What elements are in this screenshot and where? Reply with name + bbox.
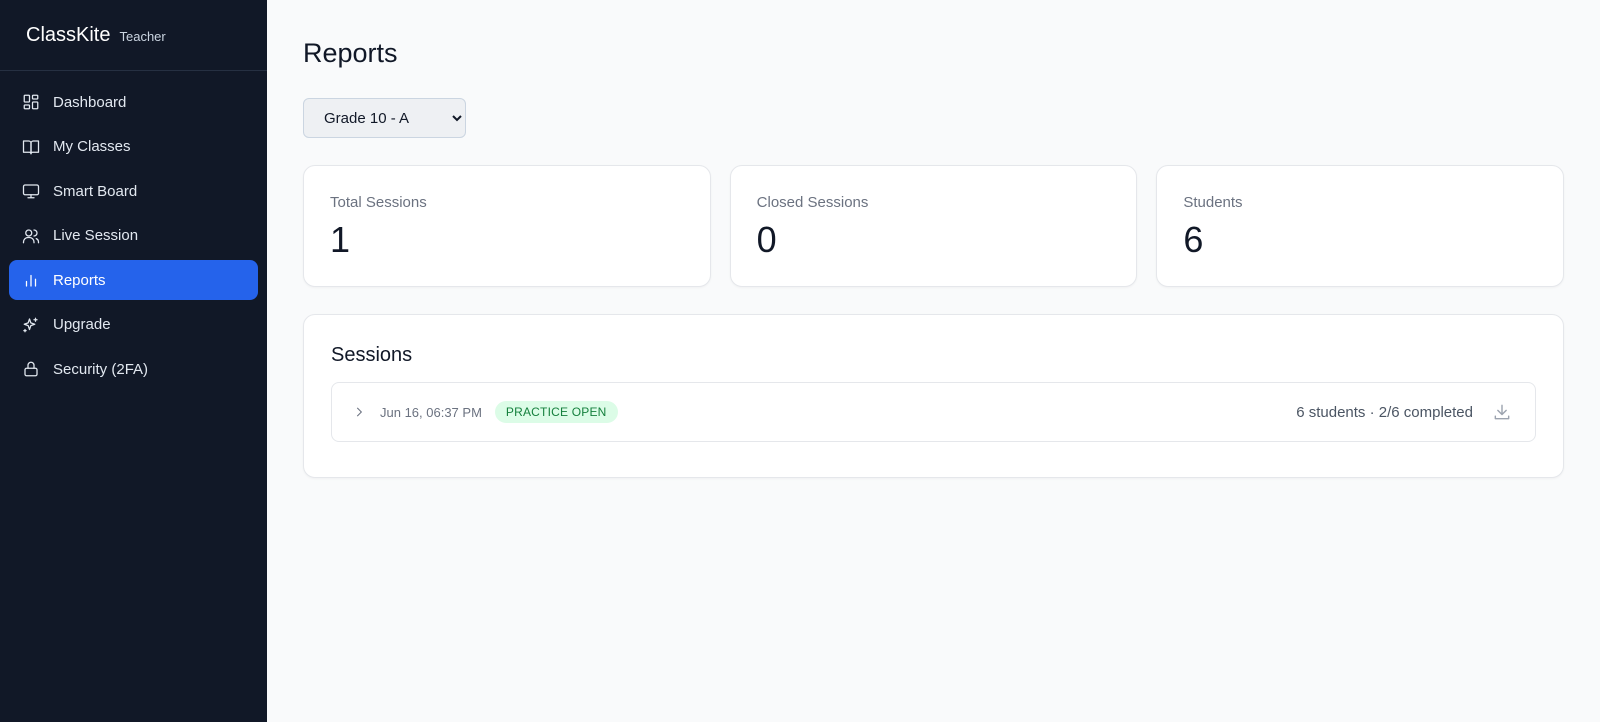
dashboard-icon xyxy=(22,93,40,111)
sidebar-item-reports[interactable]: Reports xyxy=(9,260,258,300)
sparkles-icon xyxy=(22,316,40,334)
sidebar-item-label: Reports xyxy=(53,271,106,289)
sidebar-item-label: Dashboard xyxy=(53,93,127,111)
sidebar-item-live-session[interactable]: Live Session xyxy=(9,216,258,256)
main-content: Reports Grade 10 - A Total Sessions 1 Cl… xyxy=(267,0,1600,722)
stat-label: Closed Sessions xyxy=(756,194,869,211)
brand: ClassKite Teacher xyxy=(0,0,267,71)
sessions-title: Sessions xyxy=(331,344,413,366)
sidebar-item-dashboard[interactable]: Dashboard xyxy=(9,82,258,122)
stat-value: 0 xyxy=(756,219,777,260)
session-row[interactable]: Jun 16, 06:37 PM PRACTICE OPEN 6 student… xyxy=(331,382,1536,442)
sidebar-item-label: Live Session xyxy=(53,227,139,244)
book-open-icon xyxy=(22,138,40,156)
stat-card-total-sessions: Total Sessions 1 xyxy=(303,165,711,287)
sidebar-nav: Dashboard My Classes Smart Board Live Se… xyxy=(0,71,267,389)
lock-icon xyxy=(22,360,40,378)
stat-card-students: Students 6 xyxy=(1156,165,1565,287)
monitor-icon xyxy=(22,182,40,200)
stat-label: Students xyxy=(1183,194,1243,211)
users-icon xyxy=(22,227,40,245)
status-badge: PRACTICE OPEN xyxy=(494,401,618,423)
download-icon[interactable] xyxy=(1492,402,1512,422)
stat-value: 6 xyxy=(1183,219,1204,260)
stats-row: Total Sessions 1 Closed Sessions 0 Stude… xyxy=(303,165,1565,287)
app-name[interactable]: ClassKite xyxy=(26,24,110,47)
sidebar-item-my-classes[interactable]: My Classes xyxy=(9,127,258,167)
session-summary: 6 students · 2/6 completed xyxy=(1296,403,1473,421)
user-role: Teacher xyxy=(119,29,166,44)
sidebar-item-label: Smart Board xyxy=(53,182,138,200)
sidebar-item-smart-board[interactable]: Smart Board xyxy=(9,171,258,211)
sidebar-item-upgrade[interactable]: Upgrade xyxy=(9,305,258,345)
session-date: Jun 16, 06:37 PM xyxy=(380,404,482,420)
stat-label: Total Sessions xyxy=(330,194,427,211)
page-title: Reports xyxy=(303,38,398,68)
sidebar-item-label: Security (2FA) xyxy=(53,360,149,378)
stat-card-closed-sessions: Closed Sessions 0 xyxy=(729,165,1138,287)
sidebar-item-label: Upgrade xyxy=(53,316,111,333)
sidebar-item-label: My Classes xyxy=(53,138,131,155)
sidebar: ClassKite Teacher Dashboard My Classes S… xyxy=(0,0,267,722)
chevron-right-icon[interactable] xyxy=(352,405,366,419)
sidebar-item-security[interactable]: Security (2FA) xyxy=(9,349,258,389)
class-select[interactable]: Grade 10 - A xyxy=(303,98,466,138)
sessions-panel: Sessions Jun 16, 06:37 PM PRACTICE OPEN … xyxy=(303,314,1564,478)
stat-value: 1 xyxy=(330,219,351,260)
bar-chart-icon xyxy=(22,271,40,289)
